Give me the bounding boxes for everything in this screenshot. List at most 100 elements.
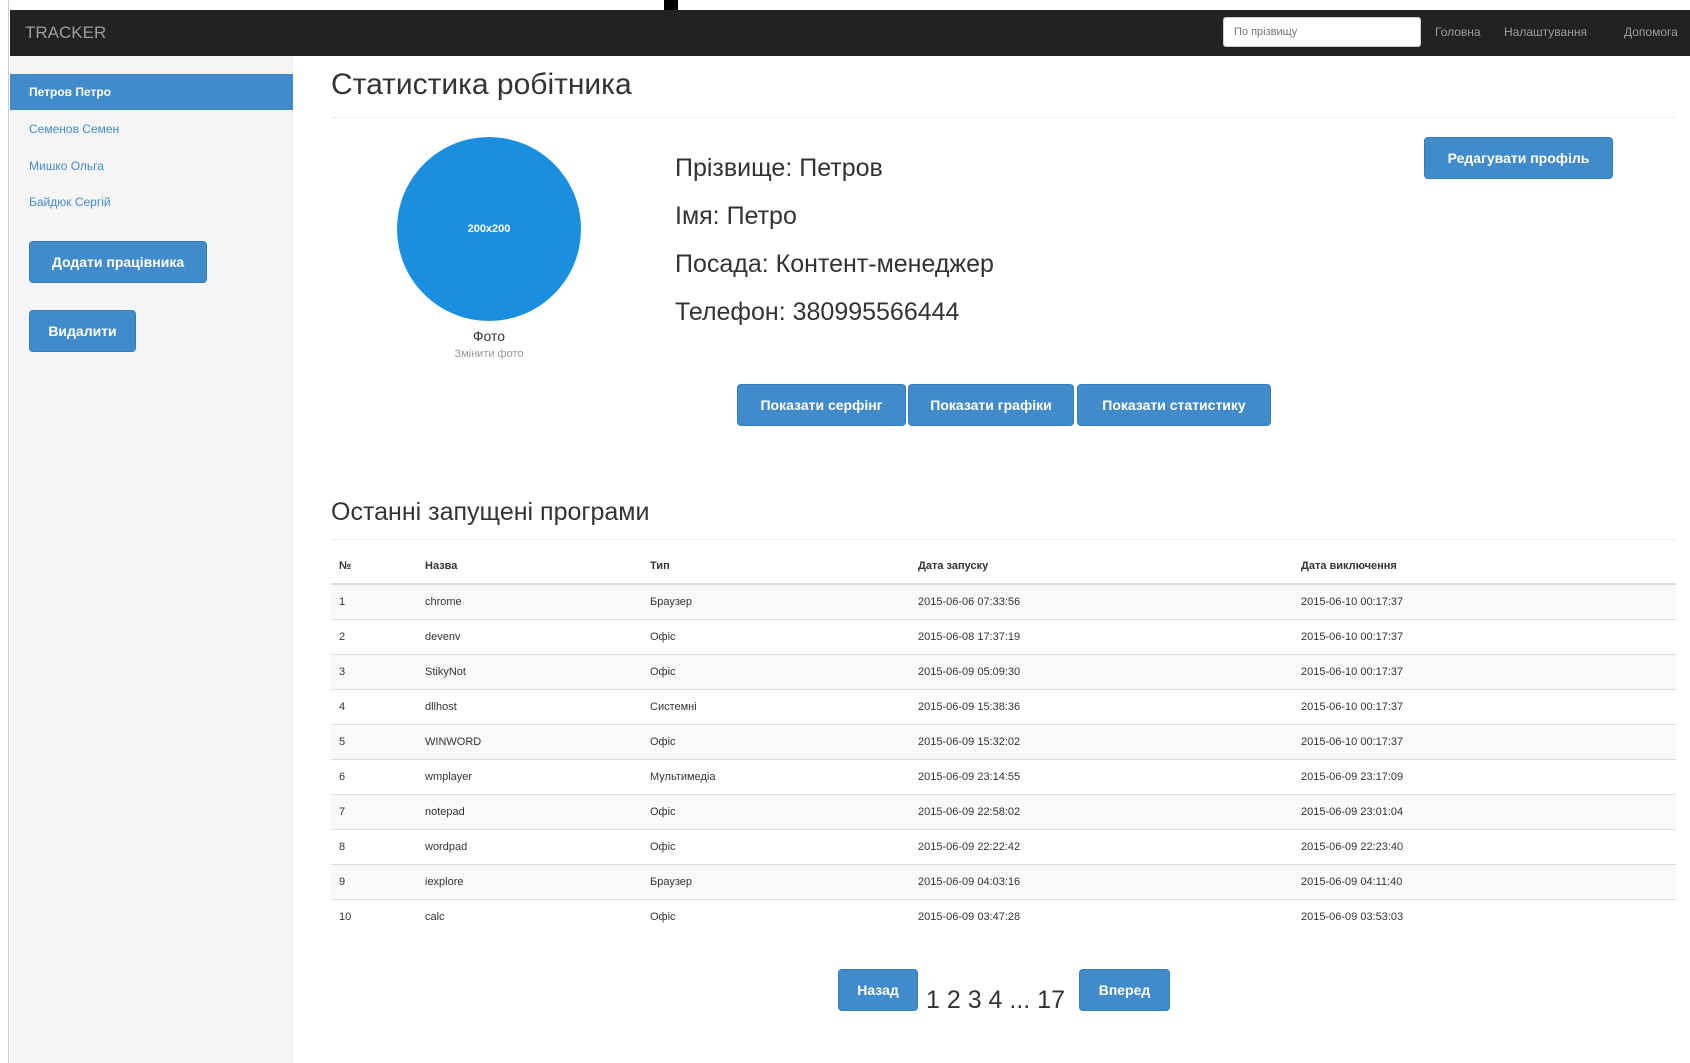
- cell-type: Офіс: [642, 793, 910, 829]
- cell-start-date: 2015-06-08 17:37:19: [910, 618, 1293, 654]
- table-row: 9 iexplore Браузер 2015-06-09 04:03:16 2015-…: [331, 863, 1676, 899]
- programs-table: № Назва Тип Дата запуску Дата виключення…: [331, 548, 1676, 934]
- cell-number: 9: [331, 863, 417, 899]
- brand-logo[interactable]: TRACKER: [25, 23, 106, 43]
- delete-button[interactable]: Видалити: [29, 310, 136, 352]
- cell-name: chrome: [417, 583, 642, 619]
- cell-start-date: 2015-06-09 23:14:55: [910, 758, 1293, 794]
- cell-number: 3: [331, 653, 417, 689]
- cell-end-date: 2015-06-09 04:11:40: [1293, 863, 1676, 899]
- cell-type: Браузер: [642, 863, 910, 899]
- column-header-start-date: Дата запуску: [910, 548, 1293, 585]
- cell-name: devenv: [417, 618, 642, 654]
- nav-home-link[interactable]: Головна: [1435, 25, 1481, 39]
- navbar: TRACKER Головна Налаштування Допомога: [10, 10, 1690, 56]
- table-row: 2 devenv Офіс 2015-06-08 17:37:19 2015-06-10…: [331, 618, 1676, 654]
- sidebar-item-semenov[interactable]: Семенов Семен: [10, 111, 293, 147]
- cell-number: 4: [331, 688, 417, 724]
- section-divider: [331, 539, 1676, 540]
- sidebar-item-petrov[interactable]: Петров Петро: [10, 74, 293, 110]
- profile-photo: 200x200: [397, 137, 581, 321]
- surname-field: Прізвище: Петров: [675, 154, 883, 182]
- cell-number: 10: [331, 898, 417, 934]
- cell-start-date: 2015-06-09 15:32:02: [910, 723, 1293, 759]
- cell-end-date: 2015-06-10 00:17:37: [1293, 653, 1676, 689]
- cell-type: Офіс: [642, 898, 910, 934]
- column-header-type: Тип: [642, 548, 910, 585]
- search-input[interactable]: [1223, 17, 1421, 47]
- cell-name: iexplore: [417, 863, 642, 899]
- cell-name: wordpad: [417, 828, 642, 864]
- cell-type: Офіс: [642, 723, 910, 759]
- page-numbers[interactable]: 1 2 3 4 ... 17: [926, 986, 1065, 1015]
- cell-name: calc: [417, 898, 642, 934]
- position-field: Посада: Контент-менеджер: [675, 250, 994, 278]
- cell-name: StikyNot: [417, 653, 642, 689]
- cell-end-date: 2015-06-09 23:01:04: [1293, 793, 1676, 829]
- table-row: 6 wmplayer Мультимедіа 2015-06-09 23:14:55 2…: [331, 758, 1676, 794]
- edit-profile-button[interactable]: Редагувати профіль: [1424, 137, 1613, 179]
- photo-label: Фото: [472, 328, 506, 344]
- cell-type: Офіс: [642, 828, 910, 864]
- cell-name: wmplayer: [417, 758, 642, 794]
- cell-type: Браузер: [642, 583, 910, 619]
- nav-settings-link[interactable]: Налаштування: [1504, 25, 1587, 39]
- sidebar-item-myshko[interactable]: Мишко Ольга: [10, 148, 293, 184]
- table-row: 5 WINWORD Офіс 2015-06-09 15:32:02 2015-06-1…: [331, 723, 1676, 759]
- nav-help-link[interactable]: Допомога: [1624, 25, 1678, 39]
- cell-type: Офіс: [642, 653, 910, 689]
- cell-start-date: 2015-06-09 03:47:28: [910, 898, 1293, 934]
- cell-start-date: 2015-06-09 05:09:30: [910, 653, 1293, 689]
- cell-end-date: 2015-06-10 00:17:37: [1293, 583, 1676, 619]
- cell-start-date: 2015-06-06 07:33:56: [910, 583, 1293, 619]
- top-edge-mark: [664, 0, 678, 10]
- cell-type: Мультимедіа: [642, 758, 910, 794]
- cell-end-date: 2015-06-09 22:23:40: [1293, 828, 1676, 864]
- cell-number: 5: [331, 723, 417, 759]
- add-employee-button[interactable]: Додати працівника: [29, 241, 207, 283]
- cell-start-date: 2015-06-09 15:38:36: [910, 688, 1293, 724]
- cell-end-date: 2015-06-09 23:17:09: [1293, 758, 1676, 794]
- name-field: Імя: Петро: [675, 202, 797, 230]
- top-margin: [0, 0, 1690, 10]
- cell-number: 1: [331, 583, 417, 619]
- column-header-name: Назва: [417, 548, 642, 585]
- table-row: 10 calc Офіс 2015-06-09 03:47:28 2015-06-09 …: [331, 898, 1676, 934]
- table-row: 1 chrome Браузер 2015-06-06 07:33:56 2015-06…: [331, 583, 1676, 619]
- title-divider: [331, 117, 1676, 118]
- cell-start-date: 2015-06-09 22:22:42: [910, 828, 1293, 864]
- cell-type: Системні: [642, 688, 910, 724]
- next-page-button[interactable]: Вперед: [1079, 969, 1170, 1011]
- cell-number: 8: [331, 828, 417, 864]
- cell-number: 6: [331, 758, 417, 794]
- cell-type: Офіс: [642, 618, 910, 654]
- table-body: 1 chrome Браузер 2015-06-06 07:33:56 2015-06…: [331, 583, 1676, 934]
- page-title: Статистика робітника: [331, 68, 632, 101]
- cell-name: WINWORD: [417, 723, 642, 759]
- show-surfing-button[interactable]: Показати серфінг: [737, 384, 906, 426]
- column-header-end-date: Дата виключення: [1293, 548, 1676, 585]
- cell-end-date: 2015-06-10 00:17:37: [1293, 688, 1676, 724]
- cell-start-date: 2015-06-09 04:03:16: [910, 863, 1293, 899]
- table-row: 4 dllhost Системні 2015-06-09 15:38:36 2015-…: [331, 688, 1676, 724]
- column-header-number: №: [331, 548, 417, 585]
- phone-field: Телефон: 380995566444: [675, 298, 960, 326]
- cell-name: dllhost: [417, 688, 642, 724]
- table-header-row: № Назва Тип Дата запуску Дата виключення: [331, 548, 1676, 585]
- table-row: 7 notepad Офіс 2015-06-09 22:58:02 2015-06-0…: [331, 793, 1676, 829]
- show-graphs-button[interactable]: Показати графіки: [908, 384, 1074, 426]
- cell-start-date: 2015-06-09 22:58:02: [910, 793, 1293, 829]
- cell-end-date: 2015-06-10 00:17:37: [1293, 618, 1676, 654]
- show-statistics-button[interactable]: Показати статистику: [1077, 384, 1271, 426]
- recent-programs-title: Останні запущені програми: [331, 498, 650, 526]
- change-photo-link[interactable]: Змінити фото: [439, 348, 539, 360]
- sidebar-item-baidiuk[interactable]: Байдюк Сергій: [10, 184, 293, 220]
- table-row: 8 wordpad Офіс 2015-06-09 22:22:42 2015-06-0…: [331, 828, 1676, 864]
- cell-number: 7: [331, 793, 417, 829]
- sidebar: Петров Петро Семенов Семен Мишко Ольга Б…: [10, 56, 293, 1063]
- cell-number: 2: [331, 618, 417, 654]
- table-row: 3 StikyNot Офіс 2015-06-09 05:09:30 2015-06-…: [331, 653, 1676, 689]
- prev-page-button[interactable]: Назад: [838, 969, 918, 1011]
- cell-end-date: 2015-06-09 03:53:03: [1293, 898, 1676, 934]
- cell-end-date: 2015-06-10 00:17:37: [1293, 723, 1676, 759]
